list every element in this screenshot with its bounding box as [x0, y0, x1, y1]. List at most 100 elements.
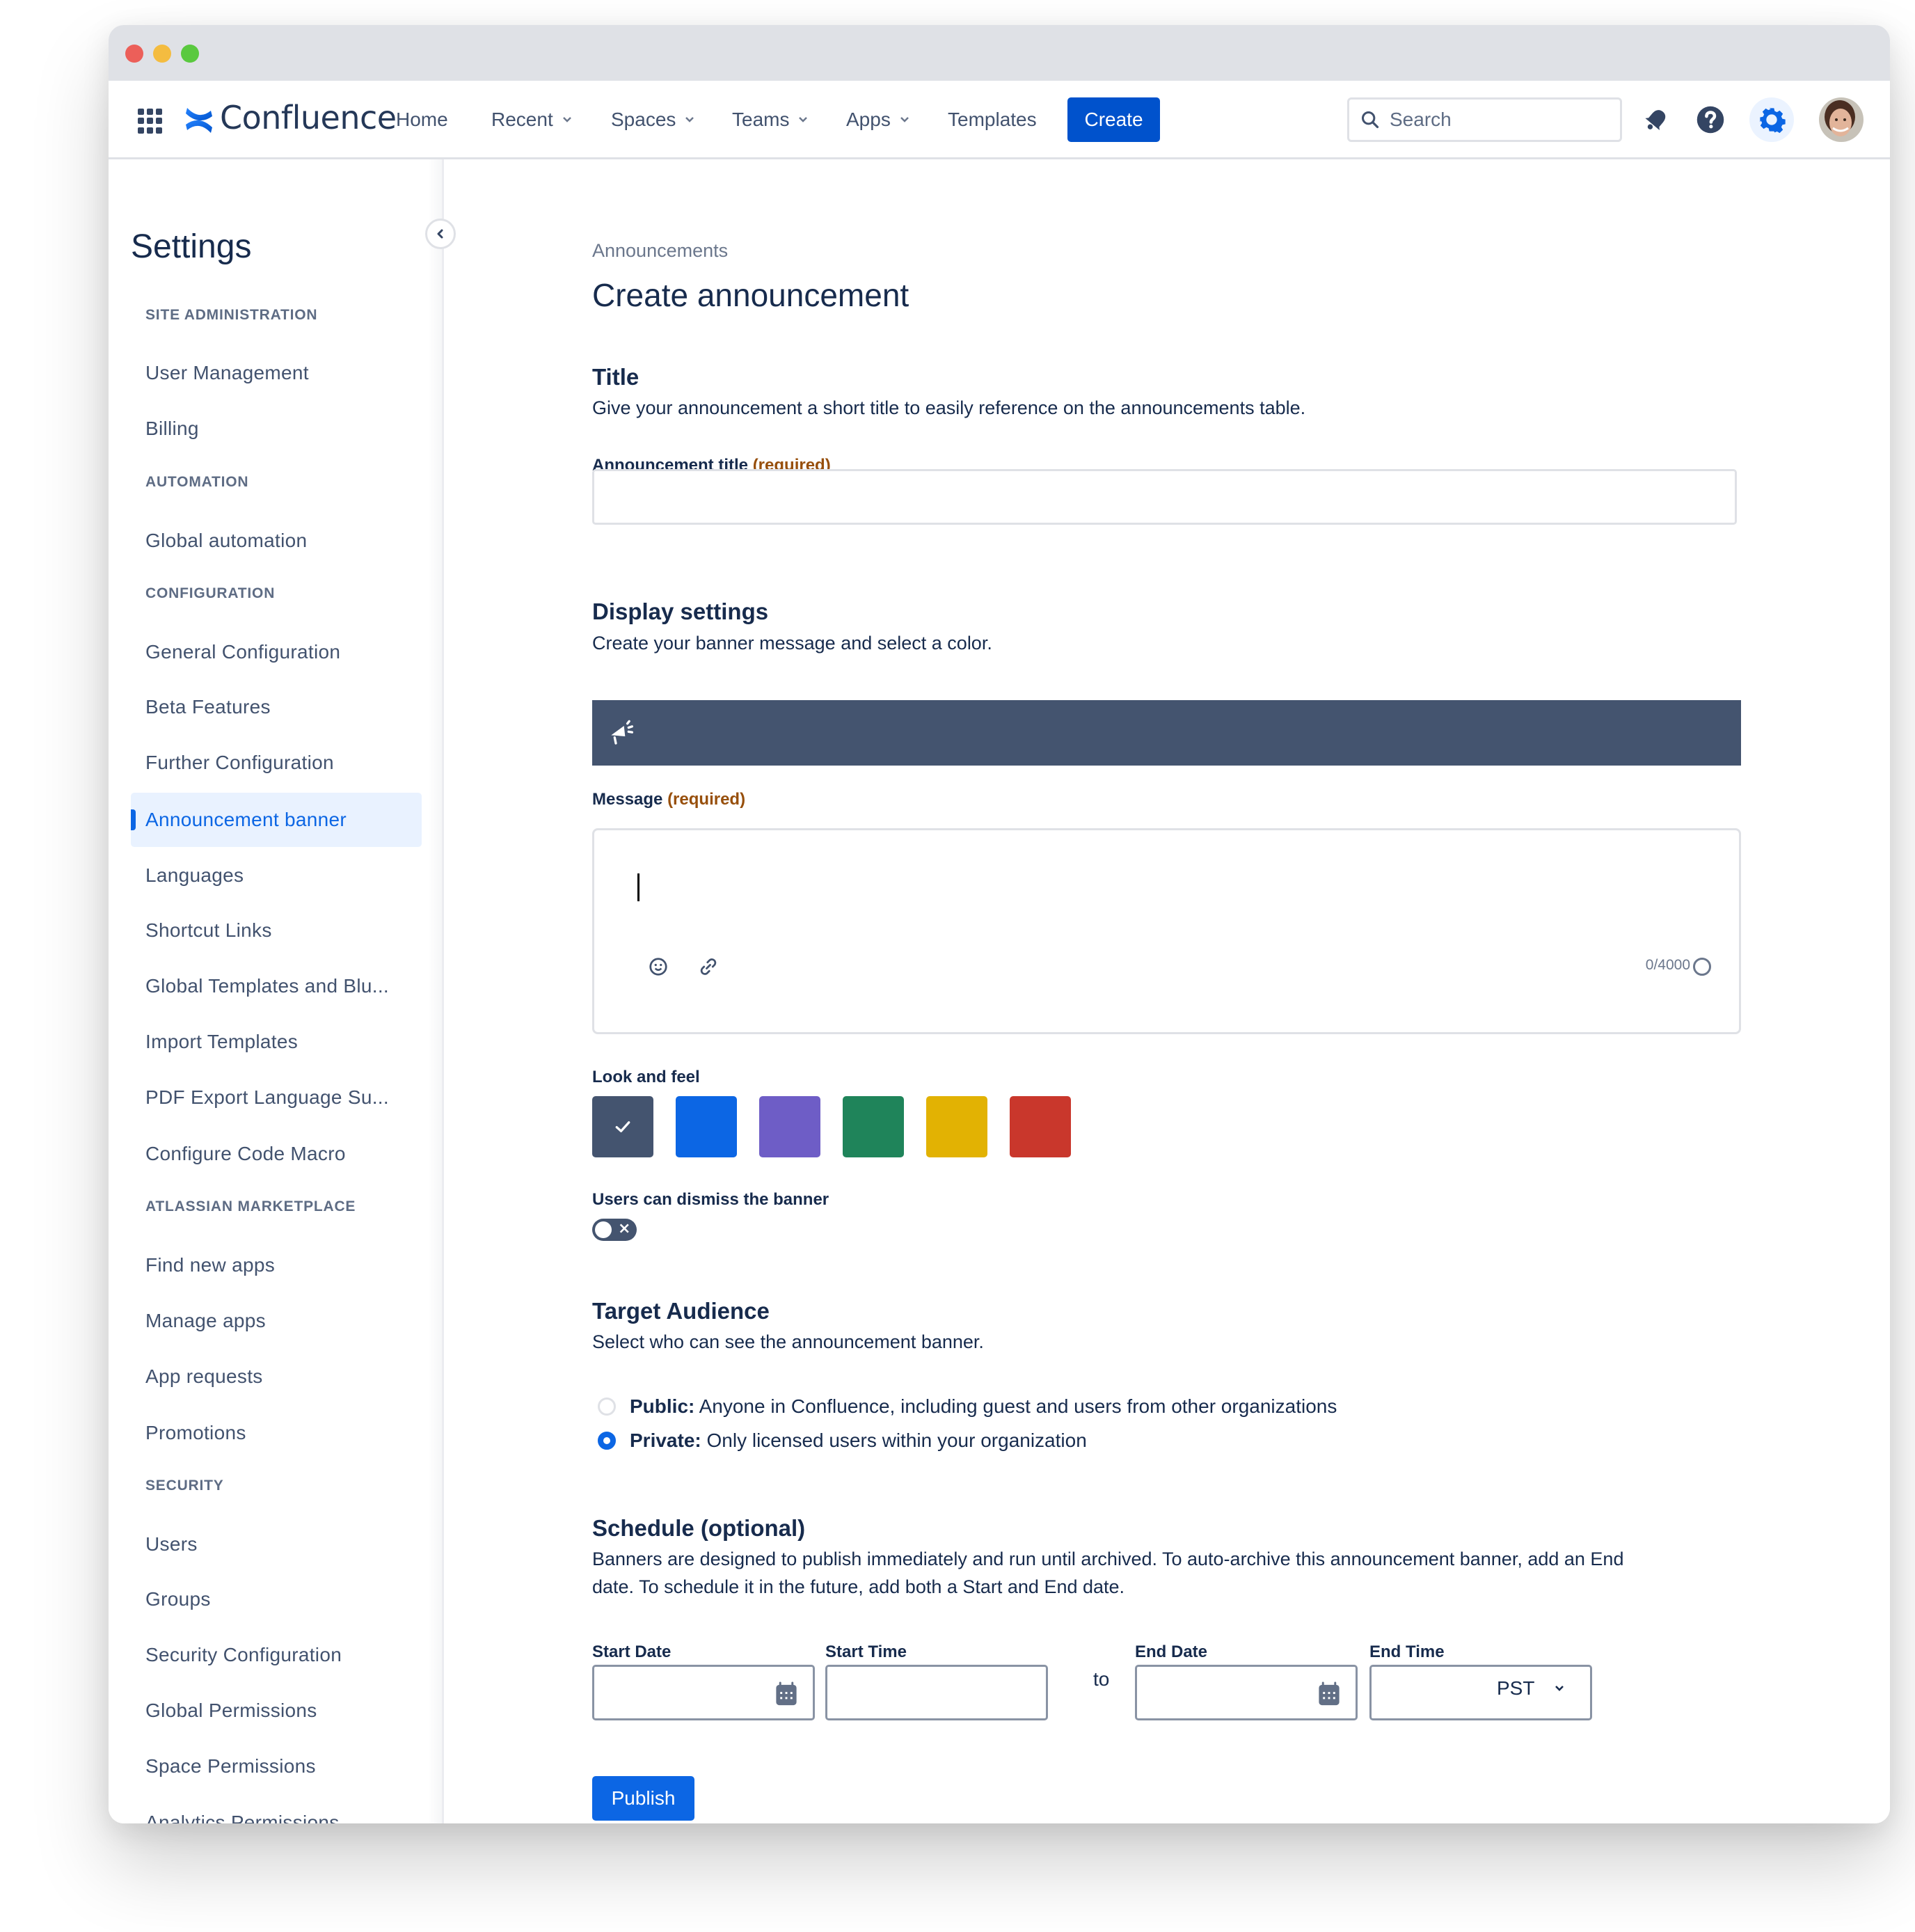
- emoji-button[interactable]: [646, 954, 671, 979]
- nav-templates[interactable]: Templates: [948, 109, 1037, 131]
- calendar-icon[interactable]: [1317, 1681, 1342, 1707]
- timezone-select[interactable]: PST: [1497, 1677, 1565, 1700]
- toggle-off-icon: ×: [618, 1220, 631, 1237]
- sidebar-item-global-automation[interactable]: Global automation: [131, 514, 422, 568]
- nav-recent[interactable]: Recent: [491, 109, 573, 131]
- message-editor[interactable]: 0/4000: [592, 828, 1741, 1034]
- sidebar-item-security-configuration[interactable]: Security Configuration: [131, 1628, 422, 1682]
- settings-sidebar: Settings SITE ADMINISTRATION User Manage…: [109, 159, 444, 1823]
- nav-teams[interactable]: Teams: [732, 109, 809, 131]
- look-and-feel-label: Look and feel: [592, 1068, 700, 1086]
- end-time-label: End Time: [1369, 1642, 1445, 1661]
- sidebar-edge: [428, 159, 442, 1823]
- color-swatch-neutral[interactable]: [592, 1096, 653, 1157]
- search-placeholder: Search: [1390, 109, 1452, 130]
- audience-option-label: Public:: [630, 1395, 695, 1417]
- link-button[interactable]: [696, 954, 721, 979]
- sidebar-item-languages[interactable]: Languages: [131, 848, 422, 903]
- title-section-description: Give your announcement a short title to …: [592, 397, 1306, 418]
- sidebar-item-import-templates[interactable]: Import Templates: [131, 1015, 422, 1069]
- color-swatch-yellow[interactable]: [926, 1096, 987, 1157]
- target-audience-heading: Target Audience: [592, 1298, 770, 1324]
- sidebar-item-announcement-banner[interactable]: Announcement banner: [131, 793, 422, 847]
- dismiss-banner-toggle[interactable]: ×: [592, 1219, 637, 1241]
- color-swatch-purple[interactable]: [759, 1096, 820, 1157]
- audience-option-label: Private:: [630, 1430, 701, 1451]
- sidebar-item-general-configuration[interactable]: General Configuration: [131, 625, 422, 679]
- start-time-input[interactable]: [825, 1665, 1048, 1720]
- sidebar-item-billing[interactable]: Billing: [131, 402, 422, 456]
- color-swatch-red[interactable]: [1010, 1096, 1071, 1157]
- confluence-logo-icon[interactable]: [185, 105, 213, 136]
- audience-option-private[interactable]: Private: Only licensed users within your…: [598, 1430, 1087, 1452]
- sidebar-item-pdf-export-language[interactable]: PDF Export Language Su...: [131, 1070, 422, 1125]
- megaphone-icon: [611, 720, 633, 745]
- help-button[interactable]: [1694, 103, 1727, 136]
- audience-option-text: Private: Only licensed users within your…: [630, 1430, 1087, 1452]
- chevron-down-icon: [900, 117, 909, 122]
- page-title: Create announcement: [592, 277, 909, 313]
- nav-apps[interactable]: Apps: [846, 109, 910, 131]
- avatar[interactable]: [1819, 97, 1864, 142]
- link-icon: [700, 958, 717, 975]
- sidebar-item-manage-apps[interactable]: Manage apps: [131, 1294, 422, 1348]
- sidebar-item-further-configuration[interactable]: Further Configuration: [131, 736, 422, 790]
- target-audience-description: Select who can see the announcement bann…: [592, 1331, 984, 1352]
- nav-home[interactable]: Home: [396, 109, 448, 131]
- create-button[interactable]: Create: [1067, 97, 1160, 142]
- checkmark-icon: [615, 1121, 630, 1132]
- end-date-input[interactable]: [1135, 1665, 1358, 1720]
- publish-button[interactable]: Publish: [592, 1776, 694, 1821]
- sidebar-item-user-management[interactable]: User Management: [131, 346, 422, 400]
- sidebar-item-shortcut-links[interactable]: Shortcut Links: [131, 903, 422, 958]
- maximize-window-button[interactable]: [181, 45, 199, 63]
- chevron-down-icon: [685, 117, 694, 122]
- sidebar-item-users[interactable]: Users: [131, 1517, 422, 1571]
- start-date-label: Start Date: [592, 1642, 672, 1661]
- audience-option-desc: Anyone in Confluence, including guest an…: [699, 1395, 1337, 1417]
- field-label-text: Message: [592, 790, 663, 809]
- sidebar-item-global-permissions[interactable]: Global Permissions: [131, 1684, 422, 1738]
- start-date-input[interactable]: [592, 1665, 815, 1720]
- app-name[interactable]: Confluence: [220, 99, 397, 136]
- app-switcher-icon[interactable]: [138, 109, 163, 134]
- sidebar-item-configure-code-macro[interactable]: Configure Code Macro: [131, 1127, 422, 1181]
- nav-spaces-label: Spaces: [611, 109, 676, 130]
- sidebar-title: Settings: [131, 228, 252, 265]
- nav-home-label: Home: [396, 109, 448, 130]
- audience-option-public[interactable]: Public: Anyone in Confluence, including …: [598, 1395, 1337, 1418]
- sidebar-item-space-permissions[interactable]: Space Permissions: [131, 1739, 422, 1794]
- radio-private[interactable]: [598, 1432, 616, 1450]
- color-swatch-green[interactable]: [843, 1096, 904, 1157]
- breadcrumb[interactable]: Announcements: [592, 240, 728, 262]
- calendar-icon[interactable]: [774, 1681, 799, 1707]
- user-avatar-icon: [1819, 97, 1864, 142]
- sidebar-item-groups[interactable]: Groups: [131, 1572, 422, 1626]
- nav-recent-label: Recent: [491, 109, 553, 130]
- notifications-button[interactable]: [1639, 103, 1673, 136]
- settings-button[interactable]: [1749, 97, 1794, 142]
- sidebar-item-promotions[interactable]: Promotions: [131, 1406, 422, 1460]
- announcement-title-input[interactable]: [592, 469, 1737, 525]
- minimize-window-button[interactable]: [153, 45, 171, 63]
- title-section-heading: Title: [592, 364, 639, 390]
- character-counter: 0/4000: [1645, 957, 1690, 973]
- close-window-button[interactable]: [125, 45, 143, 63]
- color-swatch-blue[interactable]: [676, 1096, 737, 1157]
- sidebar-item-global-templates[interactable]: Global Templates and Blu...: [131, 959, 422, 1013]
- start-time-label: Start Time: [825, 1642, 907, 1661]
- chevron-down-icon: [1555, 1686, 1564, 1691]
- sidebar-item-beta-features[interactable]: Beta Features: [131, 680, 422, 734]
- window-titlebar: [109, 25, 1890, 81]
- sidebar-item-find-new-apps[interactable]: Find new apps: [131, 1238, 422, 1292]
- search-icon: [1361, 111, 1379, 129]
- sidebar-item-app-requests[interactable]: App requests: [131, 1349, 422, 1404]
- search-input[interactable]: Search: [1347, 97, 1622, 142]
- message-label: Message (required): [592, 790, 745, 809]
- collapse-sidebar-button[interactable]: [425, 219, 456, 249]
- sidebar-section-heading: SECURITY: [145, 1478, 224, 1494]
- nav-spaces[interactable]: Spaces: [611, 109, 695, 131]
- bell-icon: [1645, 110, 1666, 130]
- radio-public[interactable]: [598, 1397, 616, 1416]
- sidebar-item-analytics-permissions[interactable]: Analytics Permissions: [131, 1796, 422, 1823]
